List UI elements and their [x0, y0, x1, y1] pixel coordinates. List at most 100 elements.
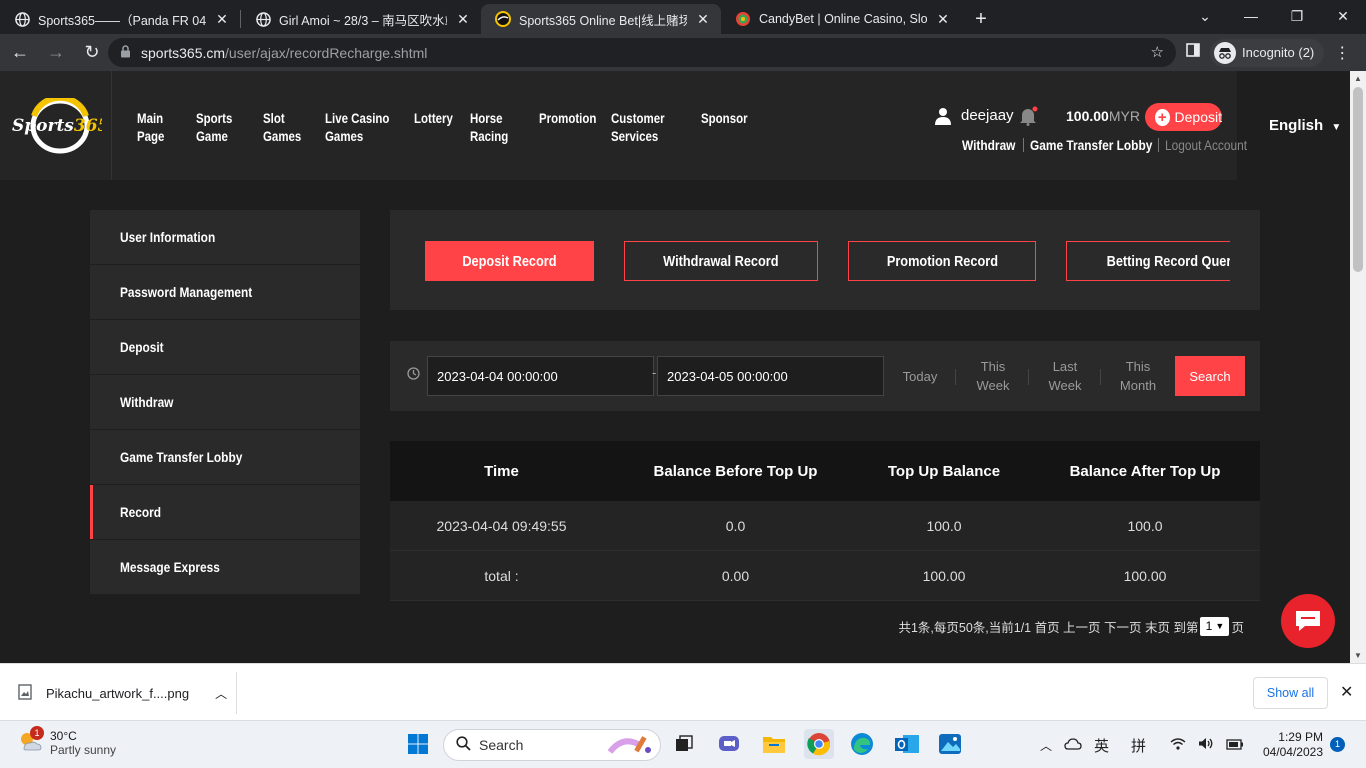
- window-controls: ⌄ — ❐ ✕: [1182, 0, 1366, 32]
- incognito-indicator[interactable]: Incognito (2): [1210, 38, 1325, 67]
- onedrive-cloud-icon[interactable]: [1064, 737, 1082, 754]
- quick-today-button[interactable]: Today: [894, 356, 946, 396]
- scroll-up-icon[interactable]: ▲: [1354, 74, 1362, 83]
- nav-item-label: Main: [137, 110, 164, 126]
- bookmark-star-icon[interactable]: ☆: [1151, 43, 1164, 61]
- deposit-record-table: Time Balance Before Top Up Top Up Balanc…: [390, 441, 1260, 651]
- page-select[interactable]: 1 ▼: [1200, 616, 1230, 636]
- language-selector[interactable]: English ▼: [1269, 117, 1341, 134]
- logout-link[interactable]: Logout Account: [1165, 137, 1247, 153]
- close-icon[interactable]: ✕: [214, 11, 230, 28]
- nav-item[interactable]: Sports Game: [196, 109, 251, 145]
- browser-tab[interactable]: Girl Amoi ~ 28/3 – 南马区吹水站 ✕: [241, 4, 481, 34]
- ime-mode-indicator[interactable]: 英: [1094, 735, 1109, 756]
- ime-pinyin-indicator[interactable]: 拼: [1131, 735, 1146, 756]
- nav-item[interactable]: Live Casino Games: [325, 109, 398, 145]
- record-tab[interactable]: Deposit Record: [425, 241, 594, 281]
- close-icon[interactable]: ✕: [935, 11, 951, 28]
- taskbar-search[interactable]: Search: [443, 729, 661, 761]
- close-window-icon[interactable]: ✕: [1320, 0, 1366, 32]
- volume-icon[interactable]: [1198, 737, 1214, 754]
- deposit-button[interactable]: + Deposit: [1145, 103, 1222, 131]
- close-icon[interactable]: ✕: [455, 11, 471, 28]
- sidebar-item[interactable]: Password Management: [90, 265, 360, 320]
- tab-title: Girl Amoi ~ 28/3 – 南马区吹水站: [279, 13, 447, 28]
- nav-item[interactable]: Sponsor: [701, 109, 750, 145]
- nav-item[interactable]: Promotion: [539, 109, 598, 145]
- record-tab[interactable]: Betting Record Query: [1066, 241, 1230, 281]
- quick-this-month-button[interactable]: This Month: [1110, 356, 1166, 396]
- back-icon[interactable]: ←: [4, 37, 36, 69]
- weather-widget[interactable]: 1 30°C Partly sunny: [18, 725, 116, 757]
- sidebar-item[interactable]: Record: [90, 485, 360, 540]
- sports365-logo-icon: Sports365: [12, 97, 102, 153]
- scroll-down-icon[interactable]: ▼: [1354, 651, 1362, 660]
- browser-tab-active[interactable]: Sports365 Online Bet|线上赌场|性 ✕: [481, 4, 721, 34]
- quick-last-week-button[interactable]: Last Week: [1038, 356, 1092, 396]
- nav-item[interactable]: Slot Games: [263, 109, 314, 145]
- start-date-input[interactable]: 2023-04-04 00:00:00: [427, 356, 654, 396]
- total-balance-before: 0.00: [721, 567, 750, 584]
- scrollbar-thumb[interactable]: [1353, 87, 1363, 272]
- withdraw-link[interactable]: Withdraw: [962, 137, 1015, 153]
- chevron-down-icon: ▼: [1215, 621, 1225, 631]
- logo-wordmark: Sports365: [12, 116, 102, 136]
- close-downloads-icon[interactable]: ✕: [1340, 682, 1353, 702]
- forward-icon[interactable]: →: [40, 37, 72, 69]
- record-tab[interactable]: Promotion Record: [847, 241, 1037, 281]
- more-menu-icon[interactable]: ⋮: [1334, 43, 1350, 63]
- battery-icon[interactable]: [1226, 737, 1244, 754]
- browser-tab[interactable]: CandyBet | Online Casino, Slots & ✕: [721, 4, 961, 34]
- minimize-icon[interactable]: —: [1228, 0, 1274, 32]
- show-all-downloads-button[interactable]: Show all: [1253, 677, 1328, 709]
- nav-item[interactable]: Customer Services: [611, 109, 685, 145]
- chrome-taskbar-icon[interactable]: [804, 729, 834, 759]
- tab-search-icon[interactable]: ⌄: [1182, 0, 1228, 32]
- task-view-icon[interactable]: [671, 731, 697, 757]
- sidebar-item[interactable]: Message Express: [90, 540, 360, 595]
- game-transfer-link[interactable]: Game Transfer Lobby: [1030, 137, 1152, 153]
- site-logo[interactable]: Sports365: [0, 71, 112, 180]
- total-label: total :: [484, 567, 519, 584]
- nav-item[interactable]: Main Page: [137, 109, 185, 145]
- live-chat-button[interactable]: [1281, 594, 1335, 648]
- page-viewport: Sports365 MainPage SportsGame SlotGames Liv…: [0, 71, 1350, 663]
- close-icon[interactable]: ✕: [695, 11, 711, 28]
- nav-item[interactable]: Horse Racing: [470, 109, 527, 145]
- notification-badge[interactable]: 1: [1330, 737, 1345, 752]
- sidebar-item[interactable]: Withdraw: [90, 375, 360, 430]
- sidebar-item[interactable]: Deposit: [90, 320, 360, 375]
- search-button[interactable]: Search: [1175, 356, 1245, 396]
- windows-start-icon[interactable]: [405, 731, 431, 757]
- file-explorer-icon[interactable]: [761, 731, 787, 757]
- nav-item[interactable]: Lottery: [414, 109, 460, 145]
- address-bar[interactable]: sports365.cm/user/ajax/recordRecharge.sh…: [108, 38, 1176, 67]
- sidebar-item-label: Withdraw: [120, 394, 174, 410]
- photos-icon[interactable]: [937, 731, 963, 757]
- outlook-icon[interactable]: [894, 731, 920, 757]
- new-tab-button[interactable]: +: [967, 4, 995, 34]
- sidebar-item[interactable]: User Information: [90, 210, 360, 265]
- candybet-favicon-icon: [735, 11, 751, 27]
- restore-icon[interactable]: ❐: [1274, 0, 1320, 32]
- download-item[interactable]: Pikachu_artwork_f....png ︿: [18, 684, 227, 703]
- date-filter: 2023-04-04 00:00:00 - 2023-04-05 00:00:0…: [390, 341, 1260, 411]
- reload-icon[interactable]: ↻: [76, 37, 108, 69]
- nav-item-label: Game: [196, 128, 228, 144]
- browser-tab[interactable]: Sports365——（Panda FR 04/23 ✕: [0, 4, 240, 34]
- record-tab[interactable]: Withdrawal Record: [623, 241, 818, 281]
- chevron-up-icon[interactable]: ︿: [1040, 737, 1052, 754]
- teams-chat-icon[interactable]: [716, 731, 742, 757]
- quick-this-week-button[interactable]: This Week: [966, 356, 1020, 396]
- pagination-info[interactable]: 共1条,每页50条,当前1/1 首页 上一页 下一页 末页 到第: [898, 617, 1198, 636]
- bell-icon[interactable]: [1018, 106, 1038, 131]
- chevron-up-icon[interactable]: ︿: [215, 685, 227, 702]
- page-scrollbar[interactable]: ▲ ▼: [1350, 71, 1366, 663]
- wifi-icon[interactable]: [1170, 737, 1186, 754]
- sidebar-item[interactable]: Game Transfer Lobby: [90, 430, 360, 485]
- taskbar-clock[interactable]: 1:29 PM 04/04/2023: [1258, 730, 1323, 760]
- record-tab-label: Promotion Record: [886, 252, 998, 270]
- edge-icon[interactable]: [849, 731, 875, 757]
- end-date-input[interactable]: 2023-04-05 00:00:00: [657, 356, 884, 396]
- side-panel-icon[interactable]: [1186, 43, 1200, 62]
